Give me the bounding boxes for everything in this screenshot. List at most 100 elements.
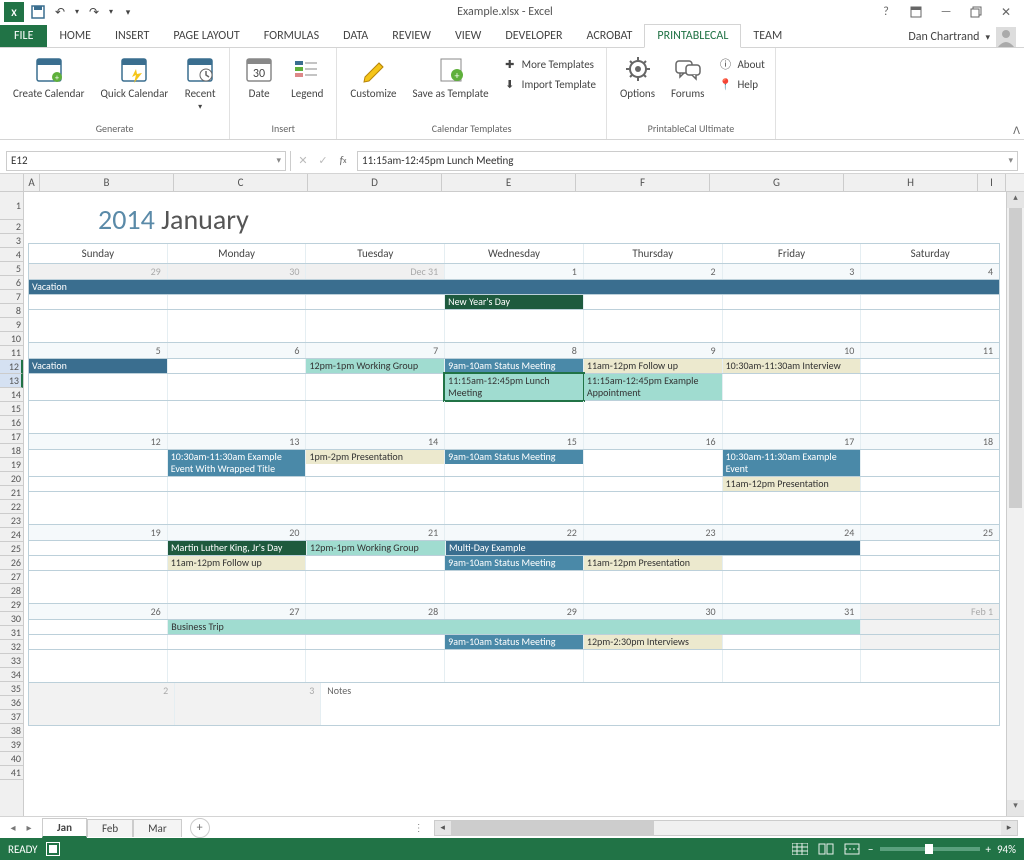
calendar-event[interactable]: 9am-10am Status Meeting bbox=[445, 359, 583, 373]
date-cell[interactable]: 28 bbox=[306, 604, 445, 619]
column-headers[interactable]: ABCDEFGHI bbox=[24, 174, 1024, 192]
row-header-6[interactable]: 6 bbox=[0, 276, 23, 290]
customize-button[interactable]: Customize bbox=[343, 50, 403, 103]
calendar-cell[interactable] bbox=[306, 492, 445, 524]
calendar-event[interactable]: 11am-12pm Follow up bbox=[168, 556, 306, 570]
calendar-cell[interactable] bbox=[584, 650, 723, 682]
calendar-cell[interactable] bbox=[306, 401, 445, 433]
calendar-cell[interactable]: Business Trip bbox=[168, 620, 860, 634]
tab-insert[interactable]: INSERT bbox=[103, 25, 161, 47]
calendar-cell[interactable] bbox=[29, 450, 168, 476]
minimize-button[interactable]: — bbox=[932, 2, 960, 22]
calendar-cell[interactable] bbox=[29, 295, 168, 309]
col-header-D[interactable]: D bbox=[308, 174, 442, 191]
calendar-cell[interactable] bbox=[861, 650, 999, 682]
calendar-event[interactable]: 10:30am-11:30am Example Event With Wrapp… bbox=[168, 450, 306, 476]
legend-button[interactable]: Legend bbox=[284, 50, 330, 103]
restore-button[interactable] bbox=[962, 2, 990, 22]
calendar-cell[interactable] bbox=[306, 650, 445, 682]
calendar-cell[interactable]: 10:30am-11:30am Example Event With Wrapp… bbox=[168, 450, 307, 476]
sheet-tab-mar[interactable]: Mar bbox=[133, 819, 182, 837]
row-headers[interactable]: 1234567891011121314151617181920212223242… bbox=[0, 192, 24, 816]
row-header-41[interactable]: 41 bbox=[0, 766, 23, 780]
row-header-36[interactable]: 36 bbox=[0, 696, 23, 710]
calendar-event[interactable]: 11am-12pm Follow up bbox=[584, 359, 722, 373]
row-header-5[interactable]: 5 bbox=[0, 262, 23, 276]
recent-button[interactable]: Recent ▾ bbox=[177, 50, 223, 115]
row-header-39[interactable]: 39 bbox=[0, 738, 23, 752]
row-header-27[interactable]: 27 bbox=[0, 570, 23, 584]
calendar-cell[interactable] bbox=[584, 310, 723, 342]
calendar-cell[interactable]: 1pm-2pm Presentation bbox=[306, 450, 445, 476]
select-all-corner[interactable] bbox=[0, 174, 24, 192]
row-header-31[interactable]: 31 bbox=[0, 626, 23, 640]
calendar-cell[interactable]: Martin Luther King, Jr's Day bbox=[168, 541, 307, 555]
row-header-10[interactable]: 10 bbox=[0, 332, 23, 346]
calendar-cell[interactable] bbox=[168, 635, 307, 649]
row-header-8[interactable]: 8 bbox=[0, 304, 23, 318]
tab-data[interactable]: DATA bbox=[331, 25, 380, 47]
calendar-cell[interactable] bbox=[29, 310, 168, 342]
calendar-cell[interactable] bbox=[29, 620, 168, 634]
calendar-cell[interactable]: 12pm-1pm Working Group bbox=[306, 359, 445, 373]
calendar-event[interactable]: Martin Luther King, Jr's Day bbox=[168, 541, 306, 555]
date-cell[interactable]: 22 bbox=[445, 525, 584, 540]
row-header-7[interactable]: 7 bbox=[0, 290, 23, 304]
date-cell[interactable]: 31 bbox=[723, 604, 862, 619]
calendar-cell[interactable] bbox=[861, 450, 999, 476]
calendar-cell[interactable] bbox=[168, 295, 307, 309]
collapse-ribbon-button[interactable]: ᐱ bbox=[1013, 124, 1020, 137]
row-header-9[interactable]: 9 bbox=[0, 318, 23, 332]
close-button[interactable]: ✕ bbox=[992, 2, 1020, 22]
row-header-14[interactable]: 14 bbox=[0, 388, 23, 402]
calendar-cell[interactable]: Vacation bbox=[29, 359, 168, 373]
date-cell[interactable]: 2 bbox=[584, 264, 723, 279]
date-cell[interactable]: 12 bbox=[29, 434, 168, 449]
row-header-4[interactable]: 4 bbox=[0, 248, 23, 262]
user-avatar[interactable] bbox=[996, 27, 1016, 47]
col-header-H[interactable]: H bbox=[844, 174, 978, 191]
date-cell[interactable]: 30 bbox=[168, 264, 307, 279]
calendar-cell[interactable] bbox=[306, 310, 445, 342]
about-button[interactable]: ⓘAbout bbox=[713, 54, 768, 74]
calendar-cell[interactable]: Vacation bbox=[29, 280, 999, 294]
calendar-cell[interactable] bbox=[306, 571, 445, 603]
view-pagelayout-button[interactable] bbox=[816, 841, 836, 857]
qat-redo-drop-button[interactable]: ▾ bbox=[106, 2, 116, 22]
row-header-16[interactable]: 16 bbox=[0, 416, 23, 430]
row-header-3[interactable]: 3 bbox=[0, 234, 23, 248]
tab-formulas[interactable]: FORMULAS bbox=[252, 25, 331, 47]
calendar-event[interactable]: Business Trip bbox=[168, 620, 859, 634]
calendar-cell[interactable]: 11:15am-12:45pm Example Appointment bbox=[584, 374, 723, 400]
calendar-event[interactable]: 12pm-2:30pm Interviews bbox=[584, 635, 722, 649]
zoom-out-button[interactable]: − bbox=[868, 843, 873, 856]
calendar-event[interactable]: 11:15am-12:45pm Lunch Meeting bbox=[445, 374, 583, 400]
calendar-cell[interactable] bbox=[445, 650, 584, 682]
qat-undo-button[interactable]: ↶ bbox=[50, 2, 70, 22]
date-cell[interactable]: 10 bbox=[723, 343, 862, 358]
date-button[interactable]: 30 Date bbox=[236, 50, 282, 103]
calendar-cell[interactable] bbox=[168, 477, 307, 491]
row-header-38[interactable]: 38 bbox=[0, 724, 23, 738]
date-cell[interactable]: 8 bbox=[445, 343, 584, 358]
calendar-cell[interactable] bbox=[723, 571, 862, 603]
row-header-28[interactable]: 28 bbox=[0, 584, 23, 598]
date-cell[interactable]: 29 bbox=[445, 604, 584, 619]
calendar-cell[interactable] bbox=[445, 401, 584, 433]
row-header-21[interactable]: 21 bbox=[0, 486, 23, 500]
date-cell[interactable]: 7 bbox=[306, 343, 445, 358]
date-cell[interactable]: 26 bbox=[29, 604, 168, 619]
vertical-scrollbar[interactable]: ▴ ▾ bbox=[1006, 192, 1024, 816]
calendar-cell[interactable]: 9am-10am Status Meeting bbox=[445, 556, 584, 570]
calendar-cell[interactable] bbox=[861, 295, 999, 309]
calendar-event[interactable]: 1pm-2pm Presentation bbox=[306, 450, 444, 464]
calendar-cell[interactable] bbox=[306, 556, 445, 570]
horizontal-scrollbar[interactable]: ◂ ▸ bbox=[434, 820, 1018, 836]
view-normal-button[interactable] bbox=[790, 841, 810, 857]
calendar-cell[interactable] bbox=[723, 374, 862, 400]
sheet-tab-feb[interactable]: Feb bbox=[87, 819, 133, 837]
date-cell[interactable]: 13 bbox=[168, 434, 307, 449]
row-header-22[interactable]: 22 bbox=[0, 500, 23, 514]
calendar-event[interactable]: 11:15am-12:45pm Example Appointment bbox=[584, 374, 722, 400]
calendar-cell[interactable] bbox=[861, 620, 999, 634]
